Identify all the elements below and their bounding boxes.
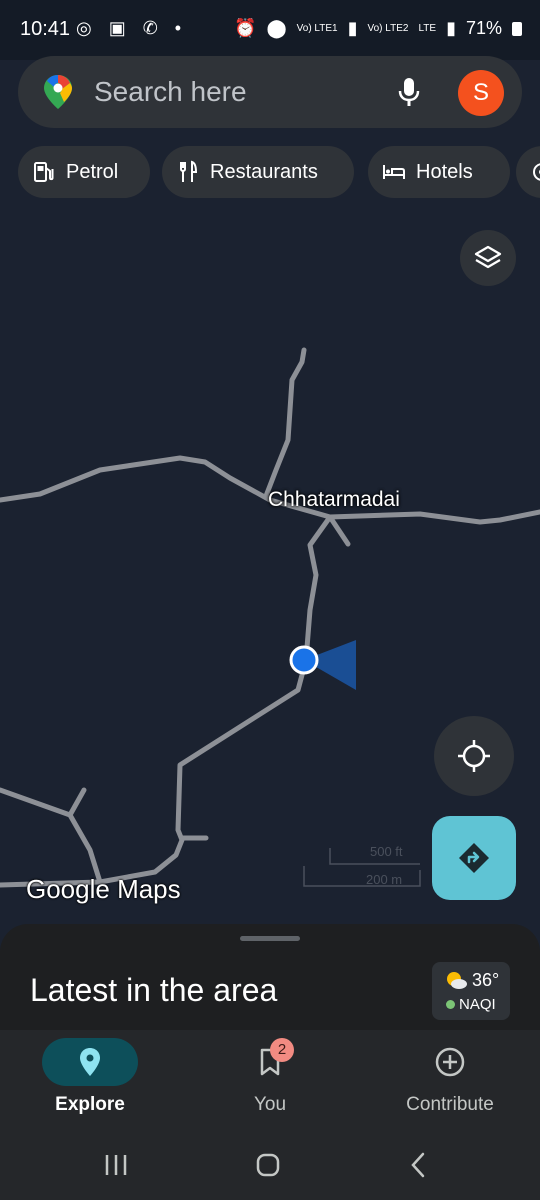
chip-restaurants[interactable]: Restaurants	[162, 146, 354, 198]
weather-temperature: 36°	[472, 970, 500, 990]
microphone-icon[interactable]	[394, 76, 424, 108]
layers-button[interactable]	[460, 230, 516, 286]
search-bar[interactable]: Search here S	[18, 56, 522, 128]
search-input[interactable]: Search here	[94, 76, 247, 108]
notification-badge: 2	[270, 1038, 294, 1062]
scale-label-m: 200 m	[366, 872, 403, 887]
bed-icon	[383, 165, 405, 179]
directions-button[interactable]	[432, 816, 516, 900]
back-button[interactable]	[398, 1150, 438, 1180]
location-pin-icon	[80, 1048, 100, 1076]
chip-hotels[interactable]: Hotels	[368, 146, 510, 198]
home-button[interactable]	[248, 1150, 288, 1180]
directions-icon	[459, 843, 489, 873]
road	[263, 347, 307, 499]
tab-contribute[interactable]: Contribute	[360, 1030, 540, 1128]
crosshair-icon	[458, 740, 490, 772]
tab-explore[interactable]: Explore	[0, 1030, 180, 1128]
category-chips: Petrol Restaurants Hotels	[18, 146, 540, 200]
alarm-icon: ⏰	[234, 18, 257, 38]
notification-icons: ◎ ▣ ✆ •	[76, 18, 188, 38]
road	[67, 812, 103, 885]
partly-sunny-icon	[447, 972, 467, 989]
network-3: LTE	[418, 22, 437, 34]
google-maps-logo-icon	[44, 75, 72, 109]
avatar[interactable]: S	[458, 70, 504, 116]
weather-widget[interactable]: 36° NAQI	[432, 962, 510, 1020]
sheet-title: Latest in the area	[30, 972, 278, 1008]
status-right: ⏰ ⬤ Vo) LTE1 ▮ Vo) LTE2 LTE ▮ 71%	[234, 18, 522, 39]
status-time: 10:41	[20, 18, 71, 40]
bottom-nav: Explore 2 You Contribute	[0, 1030, 540, 1128]
chip-label: Restaurants	[210, 160, 318, 183]
network-2: Vo) LTE2	[367, 22, 409, 34]
network-1: Vo) LTE1	[296, 22, 338, 34]
signal-2-icon: ▮	[446, 18, 456, 38]
tab-you[interactable]: 2 You	[180, 1030, 360, 1128]
road	[0, 514, 333, 888]
tab-label: You	[253, 1094, 287, 1115]
aqi-label: NAQI	[459, 996, 496, 1013]
battery-icon	[512, 21, 522, 36]
status-bar: 10:41 ◎ ▣ ✆ • ⏰ ⬤ Vo) LTE1 ▮ Vo) LTE2 LT…	[0, 0, 540, 60]
add-circle-icon	[435, 1047, 465, 1077]
scale-bar-bottom	[303, 866, 421, 887]
chip-more[interactable]	[516, 146, 540, 198]
tab-label: Explore	[55, 1094, 125, 1115]
chip-label: Petrol	[66, 160, 119, 183]
tab-label: Contribute	[406, 1094, 494, 1115]
more-category-icon	[533, 163, 540, 181]
chip-label: Hotels	[416, 160, 473, 183]
my-location-button[interactable]	[434, 716, 514, 796]
road	[0, 787, 87, 818]
recents-button[interactable]	[96, 1150, 136, 1180]
fuel-icon	[34, 162, 54, 182]
drag-handle[interactable]	[240, 936, 300, 941]
signal-1-icon: ▮	[347, 18, 358, 38]
fork-knife-icon	[180, 160, 198, 182]
map-place-label[interactable]: Chhatarmadai	[268, 488, 400, 512]
recents-icon	[105, 1155, 127, 1175]
google-maps-watermark: Google Maps	[26, 874, 181, 904]
battery-percent: 71%	[465, 18, 502, 38]
road	[327, 514, 351, 547]
chip-petrol[interactable]: Petrol	[18, 146, 150, 198]
system-nav-bar	[0, 1128, 540, 1200]
home-icon	[256, 1153, 280, 1177]
location-status-icon: ⬤	[266, 18, 287, 38]
aqi-status-dot	[446, 1000, 455, 1009]
bottom-sheet[interactable]: Latest in the area 36° NAQI	[0, 924, 540, 1034]
tab-icon-container	[402, 1038, 498, 1086]
tab-icon-container	[42, 1038, 138, 1086]
scale-label-ft: 500 ft	[370, 844, 403, 859]
current-location-dot	[289, 645, 319, 675]
layers-icon	[474, 245, 502, 269]
back-chevron-icon	[411, 1152, 425, 1178]
